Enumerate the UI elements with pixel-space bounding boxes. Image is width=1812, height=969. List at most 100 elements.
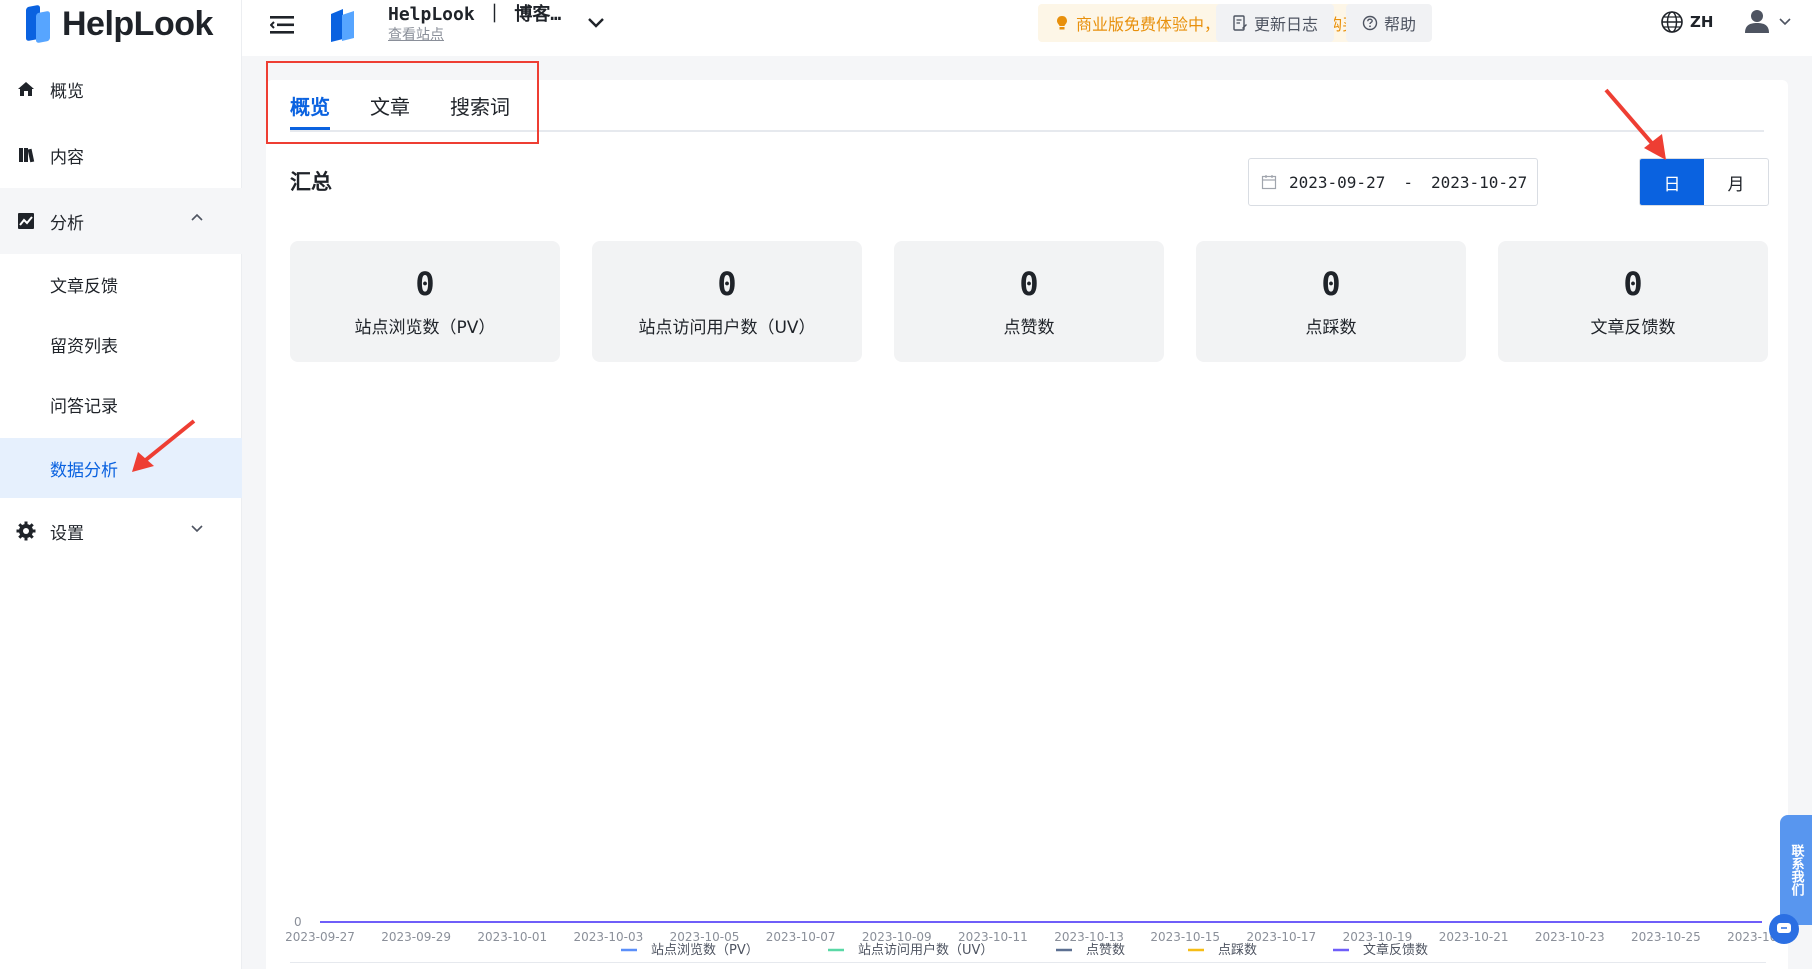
home-icon: [16, 79, 36, 99]
legend-label: 点赞数: [1086, 943, 1125, 958]
sidebar-subitem-label: 数据分析: [50, 460, 118, 481]
stat-label: 点踩数: [1305, 318, 1357, 338]
sidebar: HelpLook 概览 内容 分析 文章反馈 留资列表 问答记录 数据分析 设置: [0, 0, 242, 969]
stat-card-dislikes: 0 点踩数: [1196, 241, 1466, 362]
x-tick-label: 2023-10-21: [1439, 930, 1509, 944]
site-title[interactable]: HelpLook ｜ 博客…: [388, 0, 561, 26]
trend-line-chart: 02023-09-27 2023-09-29 2023-10-01 2023-10-0…: [285, 915, 1788, 958]
stat-value: 0: [1623, 265, 1643, 303]
legend-item[interactable]: 文章反馈数: [1333, 942, 1428, 958]
chat-button[interactable]: [1769, 914, 1799, 944]
language-label: ZH: [1690, 13, 1714, 31]
stat-value: 0: [1019, 265, 1039, 303]
sidebar-item-overview[interactable]: 概览: [0, 56, 242, 122]
help-label: 帮助: [1384, 15, 1417, 34]
tabs-annotation-box: [266, 61, 539, 144]
x-tick-label: 2023-10-19: [1343, 930, 1413, 944]
view-site-link[interactable]: 查看站点: [388, 24, 444, 44]
sidebar-subitem-leads-list[interactable]: 留资列表: [0, 314, 242, 374]
language-switch[interactable]: ZH: [1660, 10, 1713, 34]
help-icon: [1362, 15, 1378, 31]
sidebar-item-label: 内容: [50, 147, 84, 168]
changelog-icon: [1233, 15, 1247, 31]
legend-label: 站点浏览数（PV）: [651, 942, 759, 958]
chevron-down-icon: [191, 525, 203, 533]
app-logo[interactable]: HelpLook: [22, 2, 213, 46]
x-tick-label: 2023-09-29: [381, 930, 451, 944]
sidebar-subitem-label: 文章反馈: [50, 276, 118, 297]
user-menu[interactable]: [1744, 8, 1792, 34]
x-tick-label: 2023-10-25: [1631, 930, 1701, 944]
sidebar-item-analysis[interactable]: 分析: [0, 188, 242, 254]
legend-item[interactable]: 点踩数: [1188, 943, 1257, 958]
site-switch-chevron-icon[interactable]: [586, 16, 606, 30]
sidebar-subitem-label: 问答记录: [50, 396, 118, 417]
granularity-month-button[interactable]: 月: [1704, 159, 1768, 205]
date-range-picker[interactable]: 2023-09-27 - 2023-10-27: [1248, 158, 1538, 206]
gear-icon: [16, 521, 36, 541]
granularity-day-button[interactable]: 日: [1640, 159, 1704, 205]
chevron-down-icon: [1779, 18, 1791, 26]
stat-card-pv: 0 站点浏览数（PV）: [290, 241, 560, 362]
annotation-arrow-icon: [1604, 88, 1666, 160]
x-tick-label: 2023-10-23: [1535, 930, 1605, 944]
sidebar-subitem-label: 留资列表: [50, 336, 118, 357]
x-tick-label: 2023-10-17: [1246, 930, 1316, 944]
x-tick-label: 2023-10-15: [1150, 930, 1220, 944]
sidebar-item-label: 设置: [50, 523, 84, 544]
globe-icon: [1661, 11, 1683, 33]
book-icon: [16, 145, 36, 165]
menu-collapse-icon[interactable]: [270, 14, 294, 36]
date-end[interactable]: 2023-10-27: [1431, 173, 1527, 192]
sidebar-item-label: 分析: [50, 213, 84, 234]
help-button[interactable]: 帮助: [1346, 4, 1433, 42]
legend-item[interactable]: 点赞数: [1056, 943, 1125, 958]
section-title: 汇总: [290, 170, 332, 194]
sidebar-subitem-qa-records[interactable]: 问答记录: [0, 374, 242, 434]
summary-stats: 0 站点浏览数（PV） 0 站点访问用户数（UV） 0 点赞数 0 点踩数 0 …: [290, 241, 1768, 362]
x-tick-label: 2023-10-09: [862, 930, 932, 944]
x-tick-label: 2023-10-07: [766, 930, 836, 944]
helplook-logo-icon: [22, 4, 52, 44]
sidebar-item-label: 概览: [50, 81, 84, 102]
legend-item[interactable]: 站点浏览数（PV）: [621, 942, 759, 958]
legend-label: 点踩数: [1218, 943, 1257, 958]
stat-card-feedback: 0 文章反馈数: [1498, 241, 1768, 362]
stat-card-likes: 0 点赞数: [894, 241, 1164, 362]
contact-us-float[interactable]: 联系我们: [1780, 815, 1812, 925]
legend-label: 文章反馈数: [1363, 942, 1428, 958]
stat-card-uv: 0 站点访问用户数（UV）: [592, 241, 862, 362]
y-tick-label: 0: [294, 915, 302, 929]
stat-label: 站点访问用户数（UV）: [638, 318, 816, 338]
chart-icon: [16, 211, 36, 231]
stat-label: 站点浏览数（PV）: [354, 318, 496, 338]
legend-item[interactable]: 站点访问用户数（UV）: [828, 942, 993, 958]
changelog-label: 更新日志: [1254, 15, 1319, 34]
date-start[interactable]: 2023-09-27: [1289, 173, 1385, 192]
top-header: HelpLook ｜ 博客… 查看站点 商业版免费体验中，还有2天，立即购买 更…: [242, 0, 1812, 56]
stat-value: 0: [717, 265, 737, 303]
date-separator: -: [1403, 172, 1413, 192]
annotation-arrow-icon: [132, 419, 196, 472]
stat-label: 文章反馈数: [1590, 318, 1676, 338]
x-tick-label: 2023-10-03: [574, 930, 644, 944]
x-tick-label: 2023-10-01: [477, 930, 547, 944]
bulb-icon: [1057, 16, 1067, 30]
stat-value: 0: [415, 265, 435, 303]
x-tick-label: 2023-10-13: [1054, 930, 1124, 944]
sidebar-subitem-article-feedback[interactable]: 文章反馈: [0, 254, 242, 314]
chevron-up-icon: [191, 213, 203, 221]
stat-label: 点赞数: [1003, 318, 1055, 338]
x-tick-label: 2023-10-05: [670, 930, 740, 944]
x-tick-label: 2023-09-27: [285, 930, 355, 944]
legend-label: 站点访问用户数（UV）: [858, 942, 993, 958]
card-bottom-divider: [290, 962, 1766, 963]
logo-text: HelpLook: [62, 4, 213, 43]
sidebar-item-settings[interactable]: 设置: [0, 498, 242, 564]
changelog-button[interactable]: 更新日志: [1216, 4, 1335, 42]
avatar-icon: [1745, 10, 1769, 33]
sidebar-item-content[interactable]: 内容: [0, 122, 242, 188]
stat-value: 0: [1321, 265, 1341, 303]
granularity-toggle: 日 月: [1639, 158, 1769, 206]
sidebar-subitem-data-analysis[interactable]: 数据分析: [0, 438, 242, 498]
